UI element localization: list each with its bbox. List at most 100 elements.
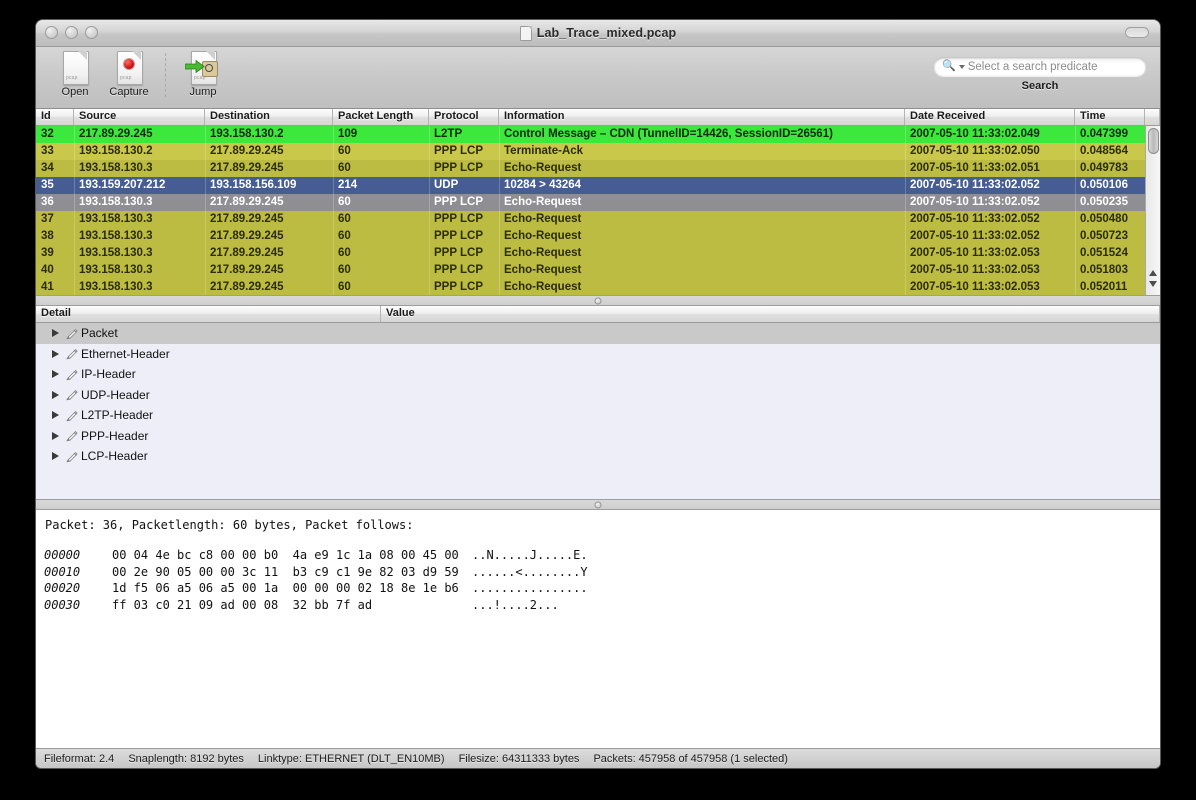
search-caption: Search bbox=[1021, 80, 1059, 92]
packet-cell-length: 109 bbox=[338, 128, 358, 140]
packet-cell-protocol: PPP LCP bbox=[434, 196, 483, 208]
column-header-length[interactable]: Packet Length bbox=[333, 109, 429, 125]
packet-row[interactable]: 36 193.158.130.3 217.89.29.245 60 PPP LCP Ech… bbox=[36, 194, 1160, 211]
packet-cell-info: Echo-Request bbox=[504, 281, 582, 293]
detail-tree-row[interactable]: L2TP-Header bbox=[36, 405, 1160, 426]
hex-ascii: ..N.....J.....E. bbox=[472, 548, 588, 562]
packet-list-scrollbar[interactable] bbox=[1145, 126, 1160, 295]
detail-pane: Detail Value Packet Ethernet-Header IP-Head… bbox=[36, 306, 1160, 499]
packet-cell-dest: 217.89.29.245 bbox=[210, 196, 284, 208]
packet-cell-protocol: UDP bbox=[434, 179, 459, 191]
hex-bytes: ff 03 c0 21 09 ad 00 08 32 bb 7f ad bbox=[112, 597, 373, 612]
search-input[interactable]: 🔍 Select a search predicate bbox=[934, 57, 1146, 76]
hex-line: 00020 1d f5 06 a5 06 a5 00 1a 00 00 00 02… bbox=[44, 580, 1160, 597]
status-item: Snaplength: 8192 bytes bbox=[128, 752, 244, 765]
window-title-text: Lab_Trace_mixed.pcap bbox=[536, 26, 677, 40]
packet-cell-length: 60 bbox=[338, 247, 351, 259]
detail-column-header-value[interactable]: Value bbox=[381, 306, 1160, 322]
minimize-button[interactable] bbox=[65, 26, 78, 39]
scroll-down-icon[interactable] bbox=[1149, 281, 1157, 287]
packet-cell-time: 0.049783 bbox=[1080, 162, 1128, 174]
detail-tree-row[interactable]: PPP-Header bbox=[36, 425, 1160, 446]
packet-cell-dest: 217.89.29.245 bbox=[210, 230, 284, 242]
status-bar: Fileformat: 2.4 Snaplength: 8192 bytes Lin… bbox=[36, 748, 1160, 768]
disclosure-triangle-icon[interactable] bbox=[52, 431, 59, 440]
packet-cell-source: 193.158.130.3 bbox=[79, 281, 153, 293]
packet-cell-protocol: PPP LCP bbox=[434, 281, 483, 293]
packet-cell-date: 2007-05-10 11:33:02.052 bbox=[910, 213, 1040, 225]
zoom-button[interactable] bbox=[85, 26, 98, 39]
disclosure-triangle-icon[interactable] bbox=[52, 452, 59, 461]
packet-row[interactable]: 38 193.158.130.3 217.89.29.245 60 PPP LCP Ech… bbox=[36, 228, 1160, 245]
jump-button[interactable]: pcap Jump bbox=[176, 51, 230, 98]
splitter-packet-detail[interactable] bbox=[36, 295, 1160, 306]
packet-cell-date: 2007-05-10 11:33:02.053 bbox=[910, 264, 1040, 276]
column-header-id[interactable]: Id bbox=[36, 109, 74, 125]
window-title: Lab_Trace_mixed.pcap bbox=[36, 25, 1160, 41]
green-arrow-icon bbox=[185, 60, 205, 73]
packet-cell-info: 10284 > 43264 bbox=[504, 179, 582, 191]
detail-column-header-detail[interactable]: Detail bbox=[36, 306, 381, 322]
packet-cell-protocol: L2TP bbox=[434, 128, 463, 140]
packet-cell-source: 193.159.207.212 bbox=[79, 179, 166, 191]
scroll-up-icon[interactable] bbox=[1149, 270, 1157, 276]
packet-row[interactable]: 41 193.158.130.3 217.89.29.245 60 PPP LCP Ech… bbox=[36, 279, 1160, 295]
disclosure-triangle-icon[interactable] bbox=[52, 411, 59, 420]
packet-cell-length: 60 bbox=[338, 281, 351, 293]
toolbar-separator bbox=[165, 53, 167, 97]
packet-cell-date: 2007-05-10 11:33:02.053 bbox=[910, 281, 1040, 293]
detail-tree-row[interactable]: IP-Header bbox=[36, 364, 1160, 385]
splitter-grip[interactable] bbox=[594, 297, 602, 304]
column-header-date[interactable]: Date Received bbox=[905, 109, 1075, 125]
packet-row[interactable]: 33 193.158.130.2 217.89.29.245 60 PPP LCP Ter… bbox=[36, 143, 1160, 160]
capture-button[interactable]: pcap Capture bbox=[102, 51, 156, 98]
packet-cell-date: 2007-05-10 11:33:02.050 bbox=[910, 145, 1040, 157]
disclosure-triangle-icon[interactable] bbox=[52, 390, 59, 399]
packet-cell-dest: 217.89.29.245 bbox=[210, 162, 284, 174]
packet-list-body[interactable]: 32 217.89.29.245 193.158.130.2 109 L2TP Contr… bbox=[36, 126, 1160, 295]
packet-row[interactable]: 40 193.158.130.3 217.89.29.245 60 PPP LCP Ech… bbox=[36, 262, 1160, 279]
scrollbar-thumb[interactable] bbox=[1148, 128, 1159, 154]
status-item: Linktype: ETHERNET (DLT_EN10MB) bbox=[257, 752, 445, 765]
column-header-time[interactable]: Time bbox=[1075, 109, 1145, 125]
hex-line: 00030 ff 03 c0 21 09 ad 00 08 32 bb 7f ad… bbox=[44, 597, 1160, 614]
document-icon bbox=[519, 25, 532, 41]
column-header-info[interactable]: Information bbox=[499, 109, 905, 125]
scrollbar-arrows[interactable] bbox=[1146, 267, 1160, 295]
column-header-spacer bbox=[1145, 109, 1160, 125]
packet-cell-source: 193.158.130.2 bbox=[79, 145, 153, 157]
splitter-detail-hex[interactable] bbox=[36, 499, 1160, 510]
detail-tree[interactable]: Packet Ethernet-Header IP-Header UDP-Header… bbox=[36, 323, 1160, 499]
hex-ascii: ................ bbox=[472, 581, 588, 595]
packet-cell-time: 0.048564 bbox=[1080, 145, 1128, 157]
hex-offset: 00010 bbox=[44, 564, 81, 579]
detail-tree-row[interactable]: Packet bbox=[36, 323, 1160, 344]
packet-row[interactable]: 37 193.158.130.3 217.89.29.245 60 PPP LCP Ech… bbox=[36, 211, 1160, 228]
packet-cell-date: 2007-05-10 11:33:02.049 bbox=[910, 128, 1040, 140]
packet-cell-date: 2007-05-10 11:33:02.052 bbox=[910, 196, 1040, 208]
open-button[interactable]: pcap Open bbox=[48, 51, 102, 98]
column-header-dest[interactable]: Destination bbox=[205, 109, 333, 125]
packet-cell-id: 37 bbox=[41, 213, 54, 225]
splitter-grip-2[interactable] bbox=[594, 501, 602, 508]
hex-dump-pane[interactable]: Packet: 36, Packetlength: 60 bytes, Pack… bbox=[36, 510, 1160, 748]
chevron-down-icon[interactable] bbox=[958, 64, 965, 69]
detail-tree-row[interactable]: Ethernet-Header bbox=[36, 343, 1160, 364]
hex-lines-container: 00000 00 04 4e bc c8 00 00 b0 4a e9 1c 1a… bbox=[44, 547, 1160, 613]
disclosure-triangle-icon[interactable] bbox=[52, 329, 59, 338]
close-button[interactable] bbox=[45, 26, 58, 39]
detail-tree-row[interactable]: UDP-Header bbox=[36, 384, 1160, 405]
packet-row[interactable]: 34 193.158.130.3 217.89.29.245 60 PPP LCP Ech… bbox=[36, 160, 1160, 177]
packet-row[interactable]: 39 193.158.130.3 217.89.29.245 60 PPP LCP Ech… bbox=[36, 245, 1160, 262]
pen-icon bbox=[65, 409, 78, 422]
packet-cell-protocol: PPP LCP bbox=[434, 264, 483, 276]
column-header-protocol[interactable]: Protocol bbox=[429, 109, 499, 125]
disclosure-triangle-icon[interactable] bbox=[52, 349, 59, 358]
packet-row[interactable]: 32 217.89.29.245 193.158.130.2 109 L2TP Contr… bbox=[36, 126, 1160, 143]
toolbar-toggle-button[interactable] bbox=[1125, 27, 1149, 38]
disclosure-triangle-icon[interactable] bbox=[52, 370, 59, 379]
column-header-source[interactable]: Source bbox=[74, 109, 205, 125]
packet-row[interactable]: 35 193.159.207.212 193.158.156.109 214 UDP 10… bbox=[36, 177, 1160, 194]
packet-cell-info: Echo-Request bbox=[504, 230, 582, 242]
detail-tree-row[interactable]: LCP-Header bbox=[36, 446, 1160, 467]
